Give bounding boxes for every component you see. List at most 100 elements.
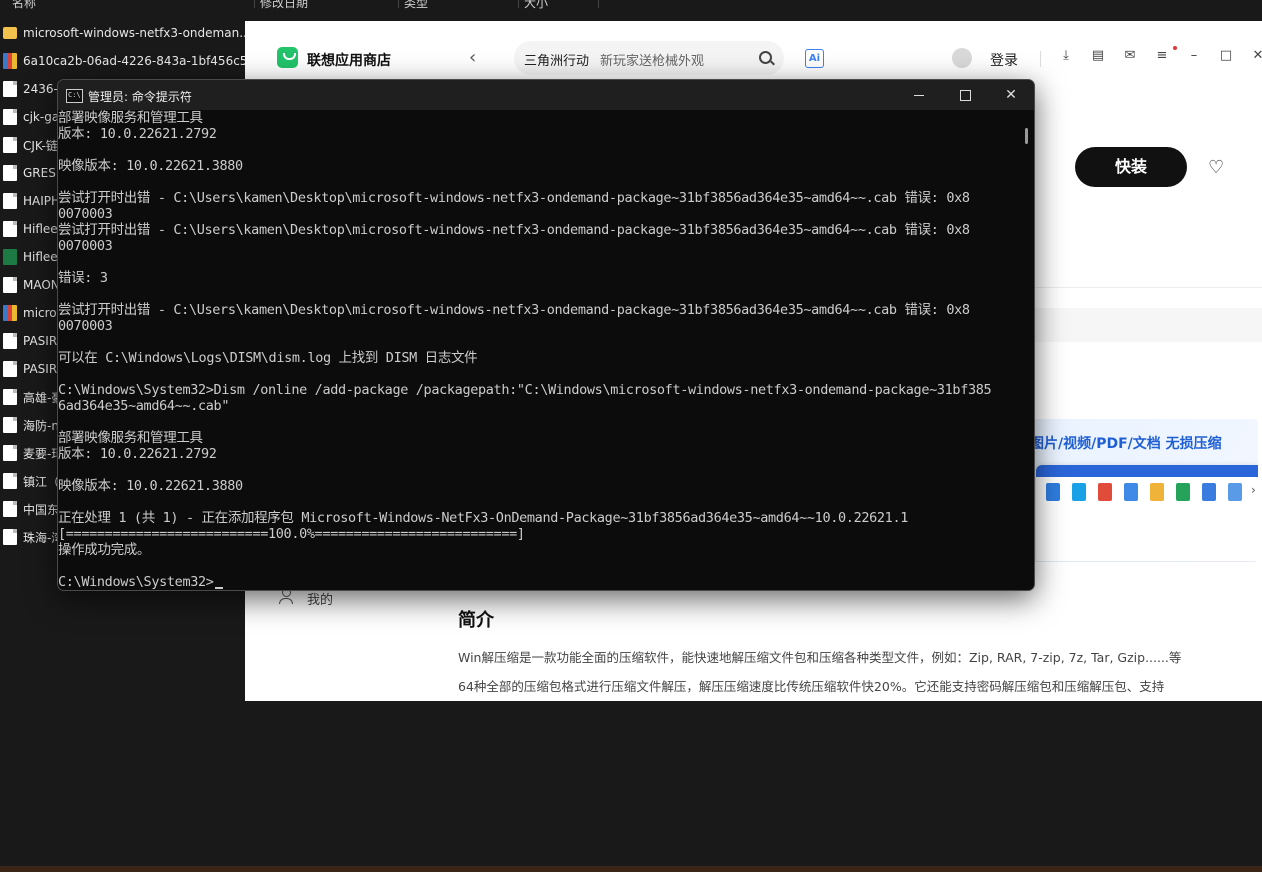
console-line-text: C:\Windows\System32> xyxy=(58,574,214,590)
maximize-button[interactable] xyxy=(942,80,988,110)
search-bar[interactable]: 三角洲行动 新玩家送枪械外观 xyxy=(514,41,784,75)
window-title: 管理员: 命令提示符 xyxy=(88,90,192,104)
console-line-text: 版本: 10.0.22621.2792 xyxy=(58,126,217,142)
column-header-size[interactable]: 大小 xyxy=(524,0,548,11)
column-divider[interactable] xyxy=(398,0,399,8)
document-icon xyxy=(3,81,17,97)
column-divider[interactable] xyxy=(598,0,599,8)
column-header-name[interactable]: 名称 xyxy=(12,0,36,11)
file-name: PASIR xyxy=(23,362,58,376)
console-line-text: [==========================100.0%=======… xyxy=(58,526,525,542)
console-line: 可以在 C:\Windows\Logs\DISM\dism.log 上找到 DI… xyxy=(58,350,478,366)
console-line-text: 版本: 10.0.22621.2792 xyxy=(58,446,217,462)
file-name: MAON xyxy=(23,278,60,292)
favorite-heart-icon[interactable]: ♡ xyxy=(1208,157,1224,178)
close-button[interactable]: ✕ xyxy=(988,80,1034,110)
intro-line: Win解压缩是一款功能全面的压缩软件，能快速地解压缩文件包和压缩各种类型文件，例… xyxy=(458,650,1182,665)
search-hot-keyword[interactable]: 三角洲行动 xyxy=(524,50,589,69)
column-divider[interactable] xyxy=(254,0,255,8)
file-type-icon xyxy=(1098,483,1112,501)
console-line-text: 6ad364e35~amd64~~.cab" xyxy=(58,398,230,414)
banner-title: 图片/视频/PDF/文档 无损压缩 xyxy=(1030,436,1222,452)
console-line: C:\Windows\System32> xyxy=(58,574,223,590)
console-line: 尝试打开时出错 - C:\Users\kamen\Desktop\microso… xyxy=(58,302,970,318)
console-line-text: 映像版本: 10.0.22621.3880 xyxy=(58,478,243,494)
document-icon xyxy=(3,333,17,349)
intro-line: 64种全部的压缩包格式进行压缩文件解压，解压压缩速度比传统压缩软件快20%。它还… xyxy=(458,679,1165,694)
divider xyxy=(1018,287,1262,288)
console-line-text: 0070003 xyxy=(58,318,113,334)
download-icon[interactable]: ⤓ xyxy=(1058,48,1074,64)
sidebar-item-me[interactable]: 我的 xyxy=(307,589,333,608)
console-line-text: 尝试打开时出错 - C:\Users\kamen\Desktop\microso… xyxy=(58,302,970,318)
info-bar xyxy=(1018,308,1262,342)
banner-app-titlebar xyxy=(1036,465,1258,477)
file-name: PASIR xyxy=(23,334,58,348)
console-line-text: 错误: 3 xyxy=(58,270,108,286)
chevron-right-icon[interactable]: › xyxy=(1251,483,1256,497)
console-line-text: 0070003 xyxy=(58,238,113,254)
console-line: 0070003 xyxy=(58,206,113,222)
file-row[interactable]: microsoft-windows-netfx3-ondeman... xyxy=(0,19,250,47)
console-line-text: 部署映像服务和管理工具 xyxy=(58,430,203,446)
column-divider[interactable] xyxy=(518,0,519,8)
file-name: 中国东 xyxy=(23,502,60,517)
banner-app-preview xyxy=(1036,465,1258,561)
search-placeholder: 新玩家送枪械外观 xyxy=(600,54,705,69)
console-line-text: C:\Windows\System32>Dism /online /add-pa… xyxy=(58,382,992,398)
archive-icon xyxy=(3,53,17,69)
console-line: 0070003 xyxy=(58,318,113,334)
console-line: 映像版本: 10.0.22621.3880 xyxy=(58,478,243,494)
search-icon[interactable] xyxy=(759,51,772,64)
login-link[interactable]: 登录 xyxy=(990,50,1018,70)
console-line: 错误: 3 xyxy=(58,270,108,286)
document-icon xyxy=(3,277,17,293)
document-icon xyxy=(3,389,17,405)
console-line-text: 操作成功完成。 xyxy=(58,542,151,558)
file-row[interactable]: 6a10ca2b-06ad-4226-843a-1bf456c5... xyxy=(0,47,250,75)
file-name: GRESI xyxy=(23,166,60,180)
close-icon[interactable]: ✕ xyxy=(1250,48,1262,64)
document-icon xyxy=(3,445,17,461)
message-icon[interactable]: ▤ xyxy=(1090,48,1106,64)
maximize-icon xyxy=(960,90,971,101)
column-header-type[interactable]: 类型 xyxy=(404,0,428,11)
notification-dot xyxy=(1173,46,1177,50)
command-prompt-window[interactable]: C:\ 管理员: 命令提示符 ✕ 部署映像服务和管理工具 版本: 10.0.226… xyxy=(57,79,1035,591)
minimize-icon xyxy=(914,95,924,96)
archive-icon xyxy=(3,305,17,321)
file-name: HAIPH xyxy=(23,194,61,208)
document-icon xyxy=(3,501,17,517)
column-header-modified[interactable]: 修改日期 xyxy=(260,0,308,11)
console-line: 部署映像服务和管理工具 xyxy=(58,430,203,446)
console-output[interactable]: 部署映像服务和管理工具 版本: 10.0.22621.2792 映像版本: 10.0… xyxy=(58,110,1023,590)
window-titlebar[interactable]: C:\ 管理员: 命令提示符 ✕ xyxy=(58,80,1034,110)
console-line: C:\Windows\System32>Dism /online /add-pa… xyxy=(58,382,992,398)
mail-icon[interactable]: ✉ xyxy=(1122,48,1138,64)
minimize-icon[interactable]: – xyxy=(1186,48,1202,64)
console-line-text: 尝试打开时出错 - C:\Users\kamen\Desktop\microso… xyxy=(58,222,970,238)
folder-icon xyxy=(3,27,17,39)
ai-assistant-icon[interactable]: Ai xyxy=(805,49,824,68)
file-type-icon xyxy=(1228,483,1242,501)
menu-icon[interactable]: ≡ xyxy=(1154,48,1170,64)
console-line: 正在处理 1 (共 1) - 正在添加程序包 Microsoft-Windows… xyxy=(58,510,908,526)
divider xyxy=(1040,51,1041,67)
file-name: 海防-n xyxy=(23,418,59,433)
document-icon xyxy=(3,165,17,181)
console-line: 版本: 10.0.22621.2792 xyxy=(58,446,217,462)
avatar[interactable] xyxy=(952,48,972,68)
document-icon xyxy=(3,109,17,125)
intro-title: 简介 xyxy=(458,610,494,631)
minimize-button[interactable] xyxy=(896,80,942,110)
install-button[interactable]: 快装 xyxy=(1075,147,1187,187)
console-line: 映像版本: 10.0.22621.3880 xyxy=(58,158,243,174)
spreadsheet-icon xyxy=(3,249,17,265)
console-line-text: 尝试打开时出错 - C:\Users\kamen\Desktop\microso… xyxy=(58,190,970,206)
maximize-icon[interactable]: □ xyxy=(1218,48,1234,64)
document-icon xyxy=(3,137,17,153)
scrollbar-thumb[interactable] xyxy=(1025,128,1028,144)
back-arrow-icon[interactable]: ‹ xyxy=(469,47,476,68)
screenshot-banner[interactable]: 图片/视频/PDF/文档 无损压缩 xyxy=(1018,419,1258,562)
console-line-text: 映像版本: 10.0.22621.3880 xyxy=(58,158,243,174)
